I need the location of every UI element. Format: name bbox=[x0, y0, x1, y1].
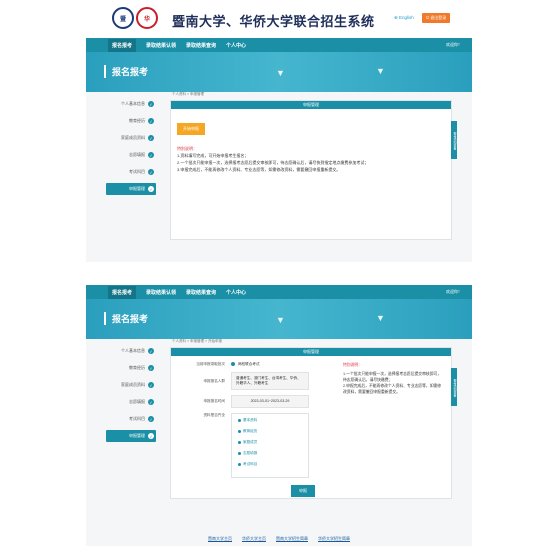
page-banner: 报名报考 ▼ ▼ bbox=[86, 299, 472, 339]
submit-application-button[interactable]: 申报 bbox=[291, 485, 315, 497]
check-icon: ✓ bbox=[148, 416, 154, 422]
sidebar: 个人基本信息 ✓ 教育经历 ✓ 家庭成员资料 ✓ 志愿填报 ✓ 考试科目 ✓ 申报管理 ✓ bbox=[106, 98, 156, 200]
radio-icon bbox=[231, 362, 235, 367]
plane-icon: ▼ bbox=[276, 315, 285, 325]
material-item[interactable]: 基本资料 bbox=[238, 418, 302, 423]
english-link[interactable]: ⊕ English bbox=[394, 15, 414, 21]
sidebar-item-education[interactable]: 教育经历 ✓ bbox=[106, 362, 156, 374]
system-title: 暨南大学、华侨大学联合招生系统 bbox=[172, 14, 375, 29]
nav-admission-claim[interactable]: 录取结果认领 bbox=[146, 42, 176, 49]
main-nav: 报名报考 录取结果认领 录取结果查询 个人中心 欢迎你！ bbox=[86, 38, 472, 52]
main-nav: 报名报考 录取结果认领 录取结果查询 个人中心 欢迎你！ bbox=[86, 285, 472, 299]
sidebar-item-choices[interactable]: 志愿填报 ✓ bbox=[106, 396, 156, 408]
check-icon: ✓ bbox=[148, 382, 154, 388]
content-area: 个人基本信息 ✓ 教育经历 ✓ 家庭成员资料 ✓ 志愿填报 ✓ 考试科目 ✓ 申报管理 ✓ … bbox=[86, 92, 472, 262]
check-icon bbox=[238, 430, 241, 433]
screenshot-start-application: 暨 华 暨南大学、华侨大学联合招生系统 ⊕ English ⏻ 退出登录 报名报… bbox=[86, 0, 472, 262]
sidebar-item-basic-info[interactable]: 个人基本信息 ✓ bbox=[106, 345, 156, 357]
material-item[interactable]: 家庭成员 bbox=[238, 440, 302, 445]
check-icon: ✓ bbox=[148, 169, 154, 175]
check-icon bbox=[238, 419, 241, 422]
banner-title: 报名报考 bbox=[104, 312, 148, 325]
plane-icon: ▼ bbox=[376, 66, 385, 76]
material-item[interactable]: 考试科目 bbox=[238, 462, 302, 467]
nav-apply[interactable]: 报名报考 bbox=[108, 38, 137, 52]
note-line: 1.资料填写完成，可开始申报考生报名； bbox=[177, 153, 249, 158]
sidebar-item-subjects[interactable]: 考试科目 ✓ bbox=[106, 166, 156, 178]
notice-tab[interactable]: 报考须知查看 bbox=[451, 121, 457, 159]
sidebar-item-basic-info[interactable]: 个人基本信息 ✓ bbox=[106, 98, 156, 110]
sidebar-item-application[interactable]: 申报管理 ✓ bbox=[106, 183, 156, 195]
batch-radio[interactable]: 两校联合考试 bbox=[231, 362, 260, 367]
check-icon: ✓ bbox=[148, 101, 154, 107]
screenshot-apply-form: 报名报考 录取结果认领 录取结果查询 个人中心 欢迎你！ 报名报考 ▼ ▼ 个人… bbox=[86, 285, 472, 546]
notes: 特别说明： 1.一个批次只能申报一次，选择报考志愿后提交审核即可，待志愿确认后，… bbox=[343, 362, 443, 395]
sidebar-item-subjects[interactable]: 考试科目 ✓ bbox=[106, 413, 156, 425]
welcome-user[interactable]: 欢迎你！ bbox=[446, 289, 462, 295]
material-item[interactable]: 教育经历 bbox=[238, 429, 302, 434]
materials-list: 基本资料 教育经历 家庭成员 志愿填报 考试科目 bbox=[231, 413, 309, 478]
check-icon: ✓ bbox=[148, 118, 154, 124]
start-application-button[interactable]: 开始申报 bbox=[177, 123, 205, 135]
logos: 暨 华 bbox=[112, 7, 158, 29]
sidebar-item-family[interactable]: 家庭成员资料 ✓ bbox=[106, 132, 156, 144]
check-icon: ✓ bbox=[148, 399, 154, 405]
nav-personal-center[interactable]: 个人中心 bbox=[226, 289, 246, 296]
application-panel: 申报管理 报考须知查看 开始申报 特别说明： 1.资料填写完成，可开始申报考生报… bbox=[170, 100, 457, 240]
sidebar-item-family[interactable]: 家庭成员资料 ✓ bbox=[106, 379, 156, 391]
footer-link[interactable]: 暨南大学主页 bbox=[208, 536, 232, 542]
nav-admission-claim[interactable]: 录取结果认领 bbox=[146, 289, 176, 296]
type-value: 普通考生、澳门考生、台湾考生、华侨、外籍华人、外籍考生 bbox=[231, 372, 309, 390]
footer-link[interactable]: 华侨大学主页 bbox=[242, 536, 266, 542]
material-item[interactable]: 志愿填报 bbox=[238, 451, 302, 456]
footer-link[interactable]: 暨南大学招生简章 bbox=[276, 536, 308, 542]
welcome-user[interactable]: 欢迎你！ bbox=[446, 42, 462, 48]
check-icon: ✓ bbox=[148, 433, 154, 439]
check-icon: ✓ bbox=[148, 186, 154, 192]
form-row-date: 申报报名时间 2023-03-01~2023-03-29 bbox=[181, 395, 441, 408]
check-icon: ✓ bbox=[148, 135, 154, 141]
sidebar-item-education[interactable]: 教育经历 ✓ bbox=[106, 115, 156, 127]
nav-personal-center[interactable]: 个人中心 bbox=[226, 42, 246, 49]
form-row-materials: 资料是否齐全 基本资料 教育经历 家庭成员 志愿填报 考试科目 bbox=[181, 413, 441, 478]
plane-icon: ▼ bbox=[276, 68, 285, 78]
check-icon: ✓ bbox=[148, 152, 154, 158]
date-value: 2023-03-01~2023-03-29 bbox=[231, 395, 309, 408]
note-line: 1.一个批次只能申报一次，选择报考志愿后提交审核即可，待志愿确认后，请尽快缴费； bbox=[343, 372, 442, 382]
sidebar: 个人基本信息 ✓ 教育经历 ✓ 家庭成员资料 ✓ 志愿填报 ✓ 考试科目 ✓ 申报管理 ✓ bbox=[106, 345, 156, 447]
breadcrumb: 个人资料 > 申报管理 bbox=[172, 92, 204, 96]
hqu-logo: 华 bbox=[136, 7, 158, 29]
breadcrumb: 个人资料 > 申报管理 > 开始申报 bbox=[172, 339, 222, 343]
site-header: 暨 华 暨南大学、华侨大学联合招生系统 ⊕ English ⏻ 退出登录 bbox=[86, 0, 472, 38]
note-line: 2.一个批次只能申报一次，选择报考志愿后提交审核即可，待志愿确认后，请尽快到指定… bbox=[177, 160, 369, 165]
footer-link[interactable]: 华侨大学招生简章 bbox=[318, 536, 350, 542]
logout-button[interactable]: ⏻ 退出登录 bbox=[422, 13, 451, 23]
content-area: 个人基本信息 ✓ 教育经历 ✓ 家庭成员资料 ✓ 志愿填报 ✓ 考试科目 ✓ 申报管理 ✓ … bbox=[86, 339, 472, 546]
check-icon bbox=[238, 463, 241, 466]
check-icon: ✓ bbox=[148, 348, 154, 354]
nav-apply[interactable]: 报名报考 bbox=[108, 285, 137, 299]
sidebar-item-application[interactable]: 申报管理 ✓ bbox=[106, 430, 156, 442]
notes: 特别说明： 1.资料填写完成，可开始申报考生报名； 2.一个批次只能申报一次，选… bbox=[177, 145, 451, 173]
check-icon bbox=[238, 452, 241, 455]
plane-icon: ▼ bbox=[376, 313, 385, 323]
notice-tab[interactable]: 报考须知查看 bbox=[451, 368, 457, 406]
panel-title: 申报管理 bbox=[171, 101, 451, 109]
notes-title: 特别说明： bbox=[177, 146, 197, 151]
panel-title: 申报管理 bbox=[171, 348, 451, 356]
notes-title: 特别说明： bbox=[343, 363, 362, 367]
jnu-logo: 暨 bbox=[112, 7, 134, 29]
sidebar-item-choices[interactable]: 志愿填报 ✓ bbox=[106, 149, 156, 161]
application-form-panel: 申报管理 报考须知查看 当前申报录取批次 两校联合考试 申报报名人群 普通考生、… bbox=[170, 347, 457, 499]
banner-title: 报名报考 bbox=[104, 65, 148, 78]
nav-admission-query[interactable]: 录取结果查询 bbox=[186, 42, 216, 49]
check-icon bbox=[238, 441, 241, 444]
note-line: 3.申报完成后，不能再修改个人资料、专业志愿等，如需修改资料，需要撤回申报重新提… bbox=[177, 167, 341, 172]
check-icon: ✓ bbox=[148, 365, 154, 371]
footer-links: 暨南大学主页 华侨大学主页 暨南大学招生简章 华侨大学招生简章 bbox=[86, 536, 472, 542]
page-banner: 报名报考 ▼ ▼ bbox=[86, 52, 472, 92]
note-line: 2.申报完成后，不能再修改个人资料、专业志愿等，如需修改资料，需要撤回申报重新提… bbox=[343, 384, 442, 394]
nav-admission-query[interactable]: 录取结果查询 bbox=[186, 289, 216, 296]
